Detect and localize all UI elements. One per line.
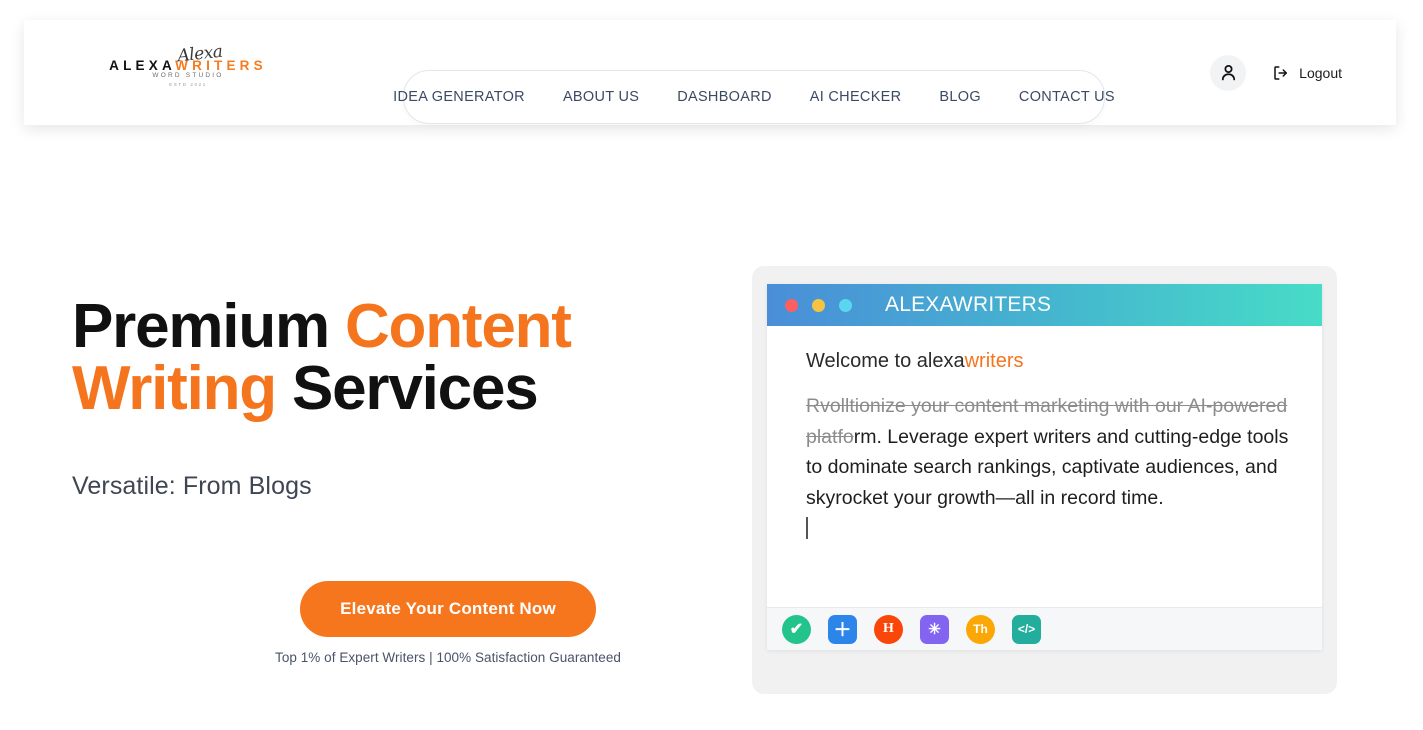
header-account-area: Logout (1210, 54, 1342, 91)
logout-icon (1274, 65, 1288, 80)
logout-label: Logout (1299, 64, 1342, 81)
page-title: Premium Content Writing Services (72, 296, 692, 420)
hero-subtitle: Versatile: From Blogs (72, 472, 312, 500)
nav-item-ai-checker[interactable]: AI CHECKER (791, 89, 921, 105)
avatar[interactable] (1210, 54, 1247, 91)
hero-title-part-2: Content (344, 292, 572, 361)
minimize-icon[interactable] (812, 298, 825, 312)
spellcheck-icon[interactable]: ✔ (782, 614, 811, 644)
editor-document[interactable]: Welcome to alexawriters Rvolltionize you… (767, 326, 1322, 607)
site-header: Alexa ALEXAWRITERS WORD STUDIO ESTD 2021… (24, 20, 1396, 125)
heading-icon[interactable]: H (874, 614, 903, 644)
cta-guarantee-note: Top 1% of Expert Writers | 100% Satisfac… (275, 650, 621, 665)
document-greeting: Welcome to alexawriters (806, 350, 1294, 373)
maximize-icon[interactable] (839, 298, 852, 312)
text-caret (806, 517, 808, 539)
close-icon[interactable] (785, 298, 798, 312)
add-icon[interactable]: ＋ (828, 614, 857, 644)
editor-mockup-frame: ALEXAWRITERS Welcome to alexawriters Rvo… (752, 266, 1337, 694)
hero-cta-area: Elevate Your Content Now Top 1% of Exper… (238, 581, 658, 665)
editor-toolbar: ✔ ＋ H ✳ Th </> (767, 607, 1322, 650)
hero-title-part-1: Premium (72, 292, 345, 361)
editor-window: ALEXAWRITERS Welcome to alexawriters Rvo… (767, 284, 1322, 650)
elevate-your-content-button[interactable]: Elevate Your Content Now (300, 581, 596, 637)
editor-window-title: ALEXAWRITERS (885, 293, 1052, 316)
nav-item-idea-generator[interactable]: IDEA GENERATOR (374, 89, 544, 105)
logout-button[interactable]: Logout (1272, 64, 1342, 82)
nav-item-dashboard[interactable]: DASHBOARD (658, 89, 791, 105)
code-icon[interactable]: </> (1012, 614, 1041, 644)
editor-titlebar: ALEXAWRITERS (767, 284, 1322, 326)
nav-item-about-us[interactable]: ABOUT US (544, 89, 658, 105)
nav-item-blog[interactable]: BLOG (920, 89, 1000, 105)
user-icon (1221, 64, 1235, 81)
logo-subtitle: WORD STUDIO (152, 72, 224, 79)
document-greeting-accent: writers (964, 350, 1024, 372)
thesaurus-icon[interactable]: Th (966, 614, 995, 644)
document-remaining-text: rm. Leverage expert writers and cutting-… (806, 425, 1289, 509)
main-navigation: IDEA GENERATOR ABOUT US DASHBOARD AI CHE… (393, 70, 1115, 124)
document-greeting-plain: Welcome to alexa (806, 350, 965, 372)
document-paragraph: Rvolltionize your content marketing with… (806, 391, 1294, 545)
logo-established: ESTD 2021 (169, 81, 207, 87)
hero-title-part-3: Writing (72, 354, 277, 423)
nav-item-contact-us[interactable]: CONTACT US (1000, 89, 1134, 105)
hero-section: Premium Content Writing Services Versati… (72, 296, 692, 666)
sparkle-icon[interactable]: ✳ (920, 614, 949, 644)
brand-logo[interactable]: Alexa ALEXAWRITERS WORD STUDIO ESTD 2021 (88, 41, 288, 102)
hero-title-part-4: Services (275, 354, 539, 423)
traffic-lights (785, 298, 852, 312)
